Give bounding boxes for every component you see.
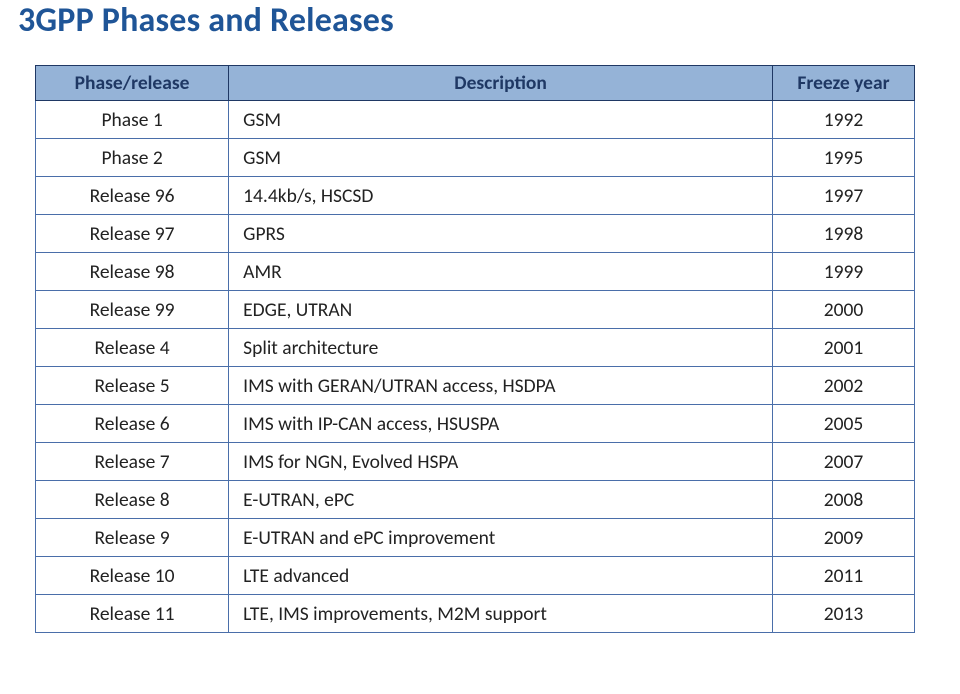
cell-phase: Release 7 <box>36 443 229 481</box>
cell-description: IMS with IP-CAN access, HSUSPA <box>229 405 773 443</box>
cell-description: 14.4kb/s, HSCSD <box>229 177 773 215</box>
cell-description: LTE advanced <box>229 557 773 595</box>
cell-description: GSM <box>229 101 773 139</box>
cell-description: IMS for NGN, Evolved HSPA <box>229 443 773 481</box>
table-row: Release 98AMR1999 <box>36 253 915 291</box>
table-row: Release 5IMS with GERAN/UTRAN access, HS… <box>36 367 915 405</box>
cell-year: 2008 <box>772 481 914 519</box>
cell-year: 1998 <box>772 215 914 253</box>
cell-year: 2007 <box>772 443 914 481</box>
cell-description: EDGE, UTRAN <box>229 291 773 329</box>
cell-year: 2009 <box>772 519 914 557</box>
table-row: Release 4Split architecture2001 <box>36 329 915 367</box>
table-row: Release 10LTE advanced2011 <box>36 557 915 595</box>
cell-phase: Release 11 <box>36 595 229 633</box>
cell-phase: Phase 2 <box>36 139 229 177</box>
cell-description: Split architecture <box>229 329 773 367</box>
cell-year: 2013 <box>772 595 914 633</box>
cell-phase: Release 10 <box>36 557 229 595</box>
table-row: Release 7IMS for NGN, Evolved HSPA2007 <box>36 443 915 481</box>
cell-description: AMR <box>229 253 773 291</box>
table-row: Release 99EDGE, UTRAN2000 <box>36 291 915 329</box>
cell-year: 2005 <box>772 405 914 443</box>
page-title: 3GPP Phases and Releases <box>0 0 960 41</box>
cell-phase: Release 96 <box>36 177 229 215</box>
releases-table: Phase/release Description Freeze year Ph… <box>35 65 915 633</box>
cell-phase: Release 8 <box>36 481 229 519</box>
cell-year: 1992 <box>772 101 914 139</box>
cell-year: 2002 <box>772 367 914 405</box>
cell-phase: Release 99 <box>36 291 229 329</box>
col-header-year: Freeze year <box>772 66 914 101</box>
cell-description: GSM <box>229 139 773 177</box>
cell-description: IMS with GERAN/UTRAN access, HSDPA <box>229 367 773 405</box>
table-row: Release 9E-UTRAN and ePC improvement2009 <box>36 519 915 557</box>
cell-phase: Release 5 <box>36 367 229 405</box>
table-row: Phase 1GSM1992 <box>36 101 915 139</box>
cell-phase: Release 6 <box>36 405 229 443</box>
table-row: Release 9614.4kb/s, HSCSD1997 <box>36 177 915 215</box>
cell-year: 2001 <box>772 329 914 367</box>
cell-phase: Release 4 <box>36 329 229 367</box>
cell-year: 2011 <box>772 557 914 595</box>
cell-phase: Release 9 <box>36 519 229 557</box>
cell-phase: Release 98 <box>36 253 229 291</box>
col-header-desc: Description <box>229 66 773 101</box>
col-header-phase: Phase/release <box>36 66 229 101</box>
cell-year: 1997 <box>772 177 914 215</box>
cell-year: 2000 <box>772 291 914 329</box>
table-header-row: Phase/release Description Freeze year <box>36 66 915 101</box>
cell-description: E-UTRAN and ePC improvement <box>229 519 773 557</box>
cell-phase: Phase 1 <box>36 101 229 139</box>
slide: 3GPP Phases and Releases Phase/release D… <box>0 0 960 694</box>
cell-description: LTE, IMS improvements, M2M support <box>229 595 773 633</box>
table-body: Phase 1GSM1992Phase 2GSM1995Release 9614… <box>36 101 915 633</box>
table-row: Release 97GPRS1998 <box>36 215 915 253</box>
table-row: Release 11LTE, IMS improvements, M2M sup… <box>36 595 915 633</box>
table-row: Release 8E-UTRAN, ePC2008 <box>36 481 915 519</box>
cell-description: E-UTRAN, ePC <box>229 481 773 519</box>
cell-year: 1995 <box>772 139 914 177</box>
cell-year: 1999 <box>772 253 914 291</box>
table-row: Release 6IMS with IP-CAN access, HSUSPA2… <box>36 405 915 443</box>
cell-phase: Release 97 <box>36 215 229 253</box>
table-row: Phase 2GSM1995 <box>36 139 915 177</box>
cell-description: GPRS <box>229 215 773 253</box>
